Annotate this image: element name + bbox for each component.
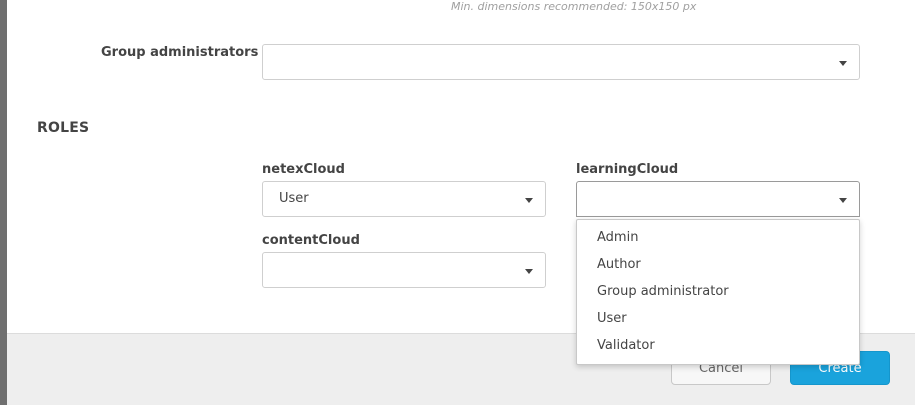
- roles-section-title: ROLES: [37, 120, 90, 136]
- dropdown-option-admin[interactable]: Admin: [577, 224, 859, 251]
- chevron-down-icon: [525, 198, 533, 203]
- learningcloud-label: learningCloud: [576, 162, 679, 177]
- netexcloud-role-value: User: [279, 191, 309, 206]
- chevron-down-icon: [839, 61, 847, 66]
- group-administrators-select[interactable]: [262, 44, 860, 80]
- dropdown-option-user[interactable]: User: [577, 305, 859, 332]
- learningcloud-role-select[interactable]: [576, 181, 860, 217]
- dropdown-option-group-administrator[interactable]: Group administrator: [577, 278, 859, 305]
- learningcloud-dropdown-menu: Admin Author Group administrator User Va…: [576, 219, 860, 365]
- netexcloud-role-select[interactable]: User: [262, 181, 546, 217]
- create-group-modal: Min. dimensions recommended: 150x150 px …: [7, 0, 915, 405]
- group-administrators-label: Group administrators: [101, 45, 259, 60]
- contentcloud-role-select[interactable]: [262, 252, 546, 288]
- dropdown-option-author[interactable]: Author: [577, 251, 859, 278]
- image-dimensions-hint: Min. dimensions recommended: 150x150 px: [451, 0, 697, 13]
- chevron-down-icon: [525, 269, 533, 274]
- netexcloud-label: netexCloud: [262, 162, 345, 177]
- dropdown-option-validator[interactable]: Validator: [577, 332, 859, 359]
- contentcloud-label: contentCloud: [262, 233, 360, 248]
- chevron-down-icon: [839, 198, 847, 203]
